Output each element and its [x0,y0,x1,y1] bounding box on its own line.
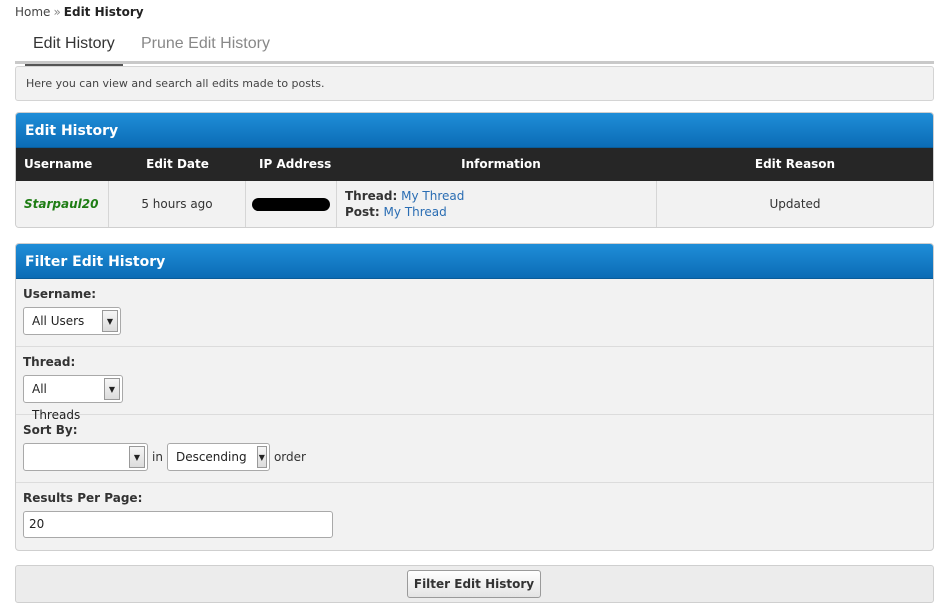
col-header-information: Information [461,157,541,171]
col-header-edit-reason: Edit Reason [754,157,836,171]
order-select-value: Descending [175,450,247,464]
information-cell: Thread: My Thread Post: My Thread [337,181,657,227]
filter-row-perpage: Results Per Page: 20 [16,483,933,550]
breadcrumb-current: Edit History [63,5,144,19]
post-link[interactable]: My Thread [384,205,447,219]
submit-bar: Filter Edit History [15,565,934,603]
edit-reason-cell: Updated [769,197,821,211]
filter-panel: Filter Edit History Username: All Users … [15,243,934,551]
table-row: Starpaul20 5 hours ago Thread: My Thread… [16,181,933,227]
perpage-input[interactable]: 20 [23,511,333,538]
username-filter-label: Username: [23,287,97,301]
thread-label: Thread: [345,189,398,203]
breadcrumb-separator: » [53,5,61,19]
edit-date-cell: 5 hours ago [109,181,246,227]
sortby-select[interactable]: ▼ [23,443,148,471]
col-header-ip-address: IP Address [259,157,332,171]
thread-link[interactable]: My Thread [401,189,464,203]
post-label: Post: [345,205,380,219]
order-text: order [273,450,306,464]
username-select[interactable]: All Users ▼ [23,307,121,335]
filter-row-thread: Thread: All Threads ▼ [16,347,933,422]
filter-row-username: Username: All Users ▼ [16,279,933,347]
chevron-down-icon: ▼ [129,446,145,468]
username-select-value: All Users [32,314,85,328]
order-select[interactable]: Descending ▼ [166,443,270,471]
sortby-filter-label: Sort By: [23,423,78,437]
breadcrumb: Home» Edit History [15,5,144,19]
redacted-ip-bar [252,197,330,211]
edit-history-table: Edit History Username Edit Date IP Addre… [15,112,934,228]
ip-address-cell [246,181,337,227]
col-header-edit-date: Edit Date [146,157,209,171]
chevron-down-icon: ▼ [256,446,267,468]
username-link[interactable]: Starpaul20 [24,197,98,211]
filter-edit-history-button[interactable]: Filter Edit History [407,570,541,598]
table-title: Edit History [16,113,933,148]
thread-filter-label: Thread: [23,355,76,369]
col-header-username: Username [24,157,93,171]
perpage-filter-label: Results Per Page: [23,491,143,505]
tab-prune-edit-history[interactable]: Prune Edit History [141,35,270,53]
breadcrumb-home-link[interactable]: Home [15,5,50,19]
in-text: in [152,450,163,464]
tab-bar: Edit History Prune Edit History [15,30,934,67]
tab-edit-history[interactable]: Edit History [25,35,123,67]
filter-title: Filter Edit History [16,244,933,279]
chevron-down-icon: ▼ [102,310,118,332]
filter-row-sort: Sort By: ▼ in Descending ▼ order [16,415,933,483]
chevron-down-icon: ▼ [104,378,120,400]
intro-description: Here you can view and search all edits m… [15,66,934,101]
table-header-row: Username Edit Date IP Address Informatio… [16,148,933,181]
thread-select-value: All Threads [32,382,81,422]
sortby-select-value [24,444,127,470]
thread-select[interactable]: All Threads ▼ [23,375,123,422]
